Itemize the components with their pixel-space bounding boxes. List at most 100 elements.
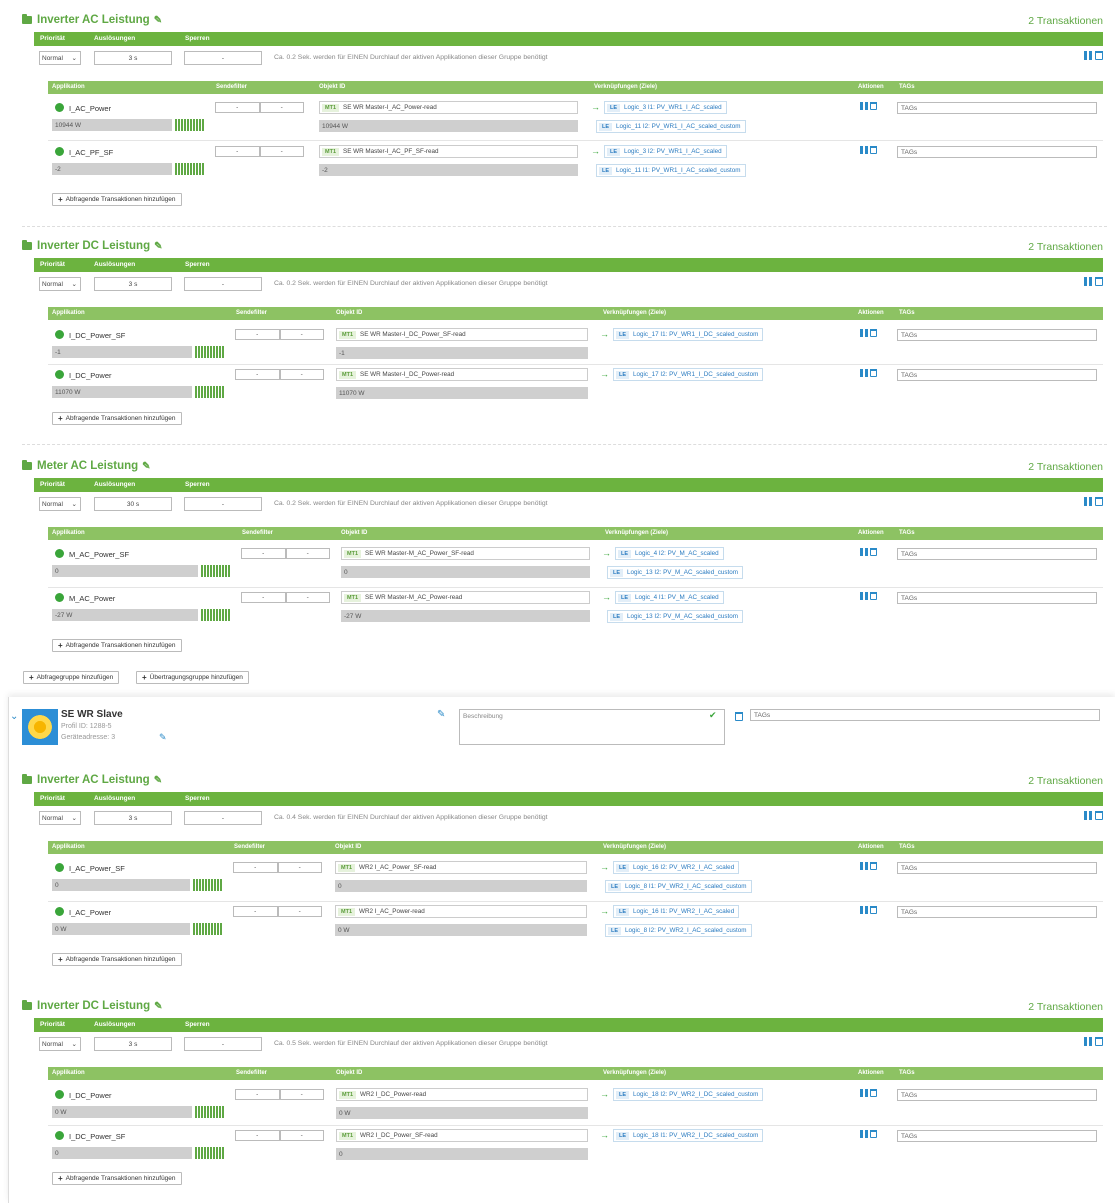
plus-icon: +: [58, 195, 63, 204]
group-title[interactable]: Inverter DC Leistung ✎: [22, 240, 163, 252]
trash-icon[interactable]: [735, 712, 743, 721]
application-name[interactable]: I_DC_Power: [69, 371, 112, 380]
pause-icon[interactable]: [1084, 497, 1093, 506]
trash-icon[interactable]: [870, 146, 877, 154]
arrow-right-icon: →: [602, 592, 611, 602]
logic-link[interactable]: LE Logic_3 I1: PV_WR1_I_AC_scaled: [604, 101, 727, 114]
add-query-group-button[interactable]: + Abfragegruppe hinzufügen: [23, 671, 120, 684]
application-name[interactable]: M_AC_Power_SF: [69, 550, 129, 559]
sendefilter-inputs[interactable]: --: [235, 329, 324, 340]
application-name[interactable]: I_DC_Power_SF: [69, 331, 125, 340]
edit-pencil-icon[interactable]: ✎: [154, 15, 162, 26]
arrow-right-icon: →: [602, 548, 611, 558]
add-transactions-button[interactable]: + Abfragende Transaktionen hinzufügen: [52, 193, 182, 206]
sendefilter-inputs[interactable]: --: [235, 369, 324, 380]
le-badge: LE: [616, 370, 630, 379]
logic-link[interactable]: LE Logic_17 I1: PV_WR1_I_DC_scaled_custom: [613, 328, 764, 341]
row-actions: [860, 102, 877, 110]
row-divider: [48, 364, 1103, 365]
application-value: -27 W: [52, 609, 198, 621]
folder-icon: [22, 240, 32, 250]
logic-link[interactable]: LE Logic_13 I2: PV_M_AC_scaled_custom: [607, 610, 743, 623]
trigger-input[interactable]: 30 s: [94, 497, 172, 511]
group-title[interactable]: Inverter AC Leistung ✎: [22, 14, 162, 26]
mt-badge: MT1: [344, 593, 361, 602]
lock-input[interactable]: -: [184, 277, 262, 291]
pause-icon[interactable]: [860, 369, 868, 377]
object-value: -27 W: [341, 610, 590, 622]
tags-input[interactable]: TAGs: [897, 548, 1097, 560]
group-title[interactable]: Meter AC Leistung ✎: [22, 460, 151, 472]
edit-pencil-icon[interactable]: ✎: [154, 241, 162, 252]
logic-link[interactable]: LE Logic_17 I2: PV_WR1_I_DC_scaled_custom: [613, 368, 764, 381]
chevron-down-icon[interactable]: ⌄: [10, 711, 18, 722]
check-icon[interactable]: ✔: [709, 710, 717, 721]
trash-icon[interactable]: [1095, 51, 1103, 60]
group-header-bar: Priorität Auslösungen Sperren: [34, 478, 1103, 492]
pause-icon[interactable]: [1084, 277, 1093, 286]
mt-badge: MT1: [322, 147, 339, 156]
priority-select[interactable]: Normal ⌄: [39, 497, 81, 511]
logic-link[interactable]: LE Logic_11 I1: PV_WR1_I_AC_scaled_custom: [596, 164, 746, 177]
object-id-field[interactable]: MT1 SE WR Master-M_AC_Power-read: [341, 591, 590, 604]
pause-icon[interactable]: [860, 146, 868, 154]
add-transfer-group-button[interactable]: + Übertragungsgruppe hinzufügen: [136, 671, 249, 684]
application-header: Applikation Sendefilter Objekt ID Verknüpfu…: [48, 81, 1103, 94]
logic-link[interactable]: LE Logic_13 I2: PV_M_AC_scaled_custom: [607, 566, 743, 579]
application-name[interactable]: I_AC_PF_SF: [69, 148, 113, 157]
edit-device-icon[interactable]: ✎: [437, 709, 445, 720]
pause-icon[interactable]: [1084, 51, 1093, 60]
logic-link[interactable]: LE Logic_11 I2: PV_WR1_I_AC_scaled_custom: [596, 120, 746, 133]
tags-input[interactable]: TAGs: [897, 369, 1097, 381]
add-transactions-button[interactable]: + Abfragende Transaktionen hinzufügen: [52, 412, 182, 425]
group-header-bar: Priorität Auslösungen Sperren: [34, 32, 1103, 46]
lock-input[interactable]: -: [184, 51, 262, 65]
trash-icon[interactable]: [870, 329, 877, 337]
pause-icon[interactable]: [860, 102, 868, 110]
object-id-field[interactable]: MT1 SE WR Master-M_AC_Power_SF-read: [341, 547, 590, 560]
object-id-field[interactable]: MT1 SE WR Master-I_AC_PF_SF-read: [319, 145, 578, 158]
device-tags-input[interactable]: TAGs: [750, 709, 1100, 721]
application-name[interactable]: I_AC_Power: [69, 104, 111, 113]
trash-icon[interactable]: [1095, 277, 1103, 286]
pause-icon[interactable]: [860, 548, 868, 556]
mt-badge: MT1: [344, 549, 361, 558]
sendefilter-inputs[interactable]: --: [241, 548, 330, 559]
logic-link[interactable]: LE Logic_4 I2: PV_M_AC_scaled: [615, 547, 724, 560]
add-transactions-button[interactable]: + Abfragende Transaktionen hinzufügen: [52, 639, 182, 652]
logic-link[interactable]: LE Logic_3 I2: PV_WR1_I_AC_scaled: [604, 145, 727, 158]
le-badge: LE: [610, 612, 624, 621]
pause-icon[interactable]: [860, 592, 868, 600]
trash-icon[interactable]: [870, 369, 877, 377]
priority-select[interactable]: Normal ⌄: [39, 51, 81, 65]
object-id-field[interactable]: MT1 SE WR Master-I_DC_Power-read: [336, 368, 588, 381]
runtime-note: Ca. 0.2 Sek. werden für EINEN Durchlauf …: [274, 54, 548, 61]
mt-badge: MT1: [322, 103, 339, 112]
object-id-field[interactable]: MT1 SE WR Master-I_DC_Power_SF-read: [336, 328, 588, 341]
sendefilter-inputs[interactable]: --: [215, 146, 304, 157]
trigger-input[interactable]: 3 s: [94, 51, 172, 65]
runtime-note: Ca. 0.2 Sek. werden für EINEN Durchlauf …: [274, 280, 548, 287]
edit-pencil-icon[interactable]: ✎: [142, 461, 150, 472]
trash-icon[interactable]: [870, 102, 877, 110]
priority-select[interactable]: Normal ⌄: [39, 277, 81, 291]
trash-icon[interactable]: [870, 592, 877, 600]
logic-link[interactable]: LE Logic_4 I1: PV_M_AC_scaled: [615, 591, 724, 604]
trash-icon[interactable]: [870, 548, 877, 556]
object-value: 10944 W: [319, 120, 578, 132]
tags-input[interactable]: TAGs: [897, 592, 1097, 604]
sendefilter-inputs[interactable]: --: [241, 592, 330, 603]
object-id-field[interactable]: MT1 SE WR Master-I_AC_Power-read: [319, 101, 578, 114]
application-name[interactable]: M_AC_Power: [69, 594, 115, 603]
edit-address-icon[interactable]: ✎: [159, 732, 167, 743]
tags-input[interactable]: TAGs: [897, 329, 1097, 341]
sendefilter-inputs[interactable]: --: [215, 102, 304, 113]
tags-input[interactable]: TAGs: [897, 102, 1097, 114]
plus-icon: +: [142, 673, 147, 682]
trigger-input[interactable]: 3 s: [94, 277, 172, 291]
tags-input[interactable]: TAGs: [897, 146, 1097, 158]
trash-icon[interactable]: [1095, 497, 1103, 506]
lock-input[interactable]: -: [184, 497, 262, 511]
description-field[interactable]: Beschreibung: [459, 709, 725, 745]
pause-icon[interactable]: [860, 329, 868, 337]
